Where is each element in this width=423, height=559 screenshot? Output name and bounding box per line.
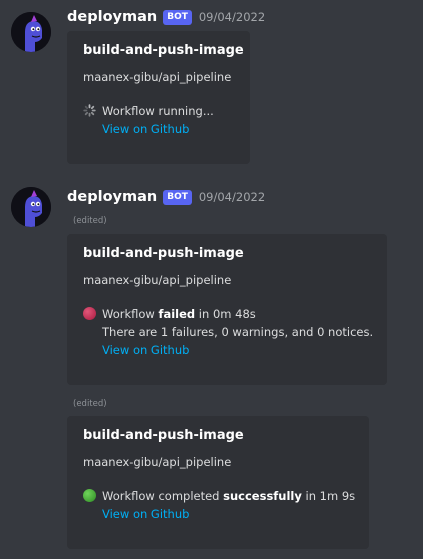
avatar-icon — [11, 187, 51, 227]
edited-label: (edited) — [73, 216, 107, 226]
edited-label: (edited) — [73, 399, 107, 409]
bot-badge: BOT — [163, 9, 192, 25]
green-circle-icon — [83, 489, 96, 502]
message-header: deployman BOT 09/04/2022 — [67, 189, 265, 205]
status-suffix: in 1m 9s — [301, 489, 356, 503]
avatar[interactable] — [11, 187, 51, 227]
embed-repo: maanex-gibu/api_pipeline — [83, 70, 232, 84]
bot-badge: BOT — [163, 189, 192, 205]
timestamp[interactable]: 09/04/2022 — [199, 190, 265, 204]
view-on-github-link[interactable]: View on Github — [102, 341, 373, 359]
embed-repo: maanex-gibu/api_pipeline — [83, 455, 232, 469]
embed-repo: maanex-gibu/api_pipeline — [83, 273, 232, 287]
status-text-block: Workflow completed successfully in 1m 9s… — [102, 487, 355, 523]
status-suffix: in 0m 48s — [195, 307, 256, 321]
embed-title: build-and-push-image — [83, 246, 244, 261]
red-circle-icon — [83, 307, 96, 320]
status-bold: successfully — [223, 489, 302, 503]
status-bold: failed — [158, 307, 196, 321]
status-detail: There are 1 failures, 0 warnings, and 0 … — [102, 325, 374, 339]
avatar-icon — [11, 12, 51, 52]
status-text-block: Workflow failed in 0m 48s There are 1 fa… — [102, 305, 373, 359]
status-text: Workflow running... — [102, 104, 214, 118]
status-text: Workflow failed in 0m 48s — [102, 305, 373, 323]
message-header: deployman BOT 09/04/2022 — [67, 9, 265, 25]
view-on-github-link[interactable]: View on Github — [102, 120, 214, 138]
embed-title: build-and-push-image — [83, 428, 244, 443]
status-text-block: Workflow running... View on Github — [102, 102, 214, 138]
spinner-icon — [83, 104, 96, 117]
status-text: Workflow completed successfully in 1m 9s — [102, 487, 355, 505]
username[interactable]: deployman — [67, 189, 157, 205]
status-prefix: Workflow completed — [102, 489, 224, 503]
embed-title: build-and-push-image — [83, 43, 244, 58]
workflow-embed: build-and-push-image maanex-gibu/api_pip… — [67, 31, 250, 164]
timestamp[interactable]: 09/04/2022 — [199, 10, 265, 24]
avatar[interactable] — [11, 12, 51, 52]
view-on-github-link[interactable]: View on Github — [102, 505, 355, 523]
status-prefix: Workflow — [102, 307, 159, 321]
workflow-embed: build-and-push-image maanex-gibu/api_pip… — [67, 234, 387, 385]
workflow-embed: build-and-push-image maanex-gibu/api_pip… — [67, 416, 369, 549]
username[interactable]: deployman — [67, 9, 157, 25]
